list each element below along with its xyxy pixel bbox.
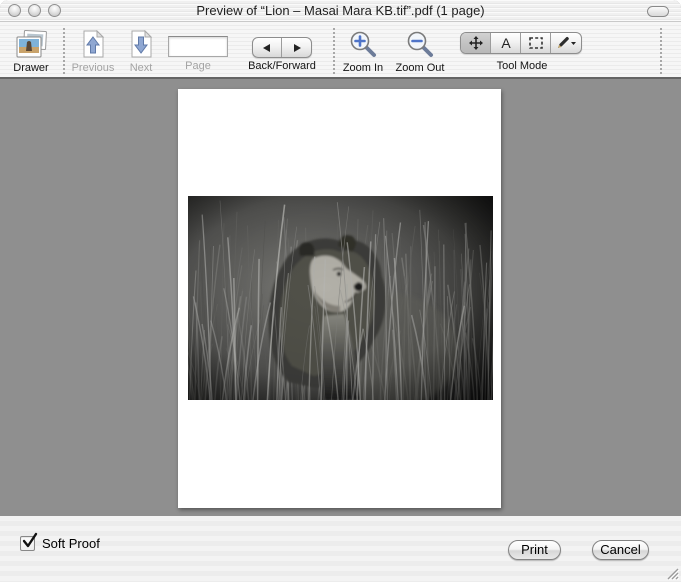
zoom-out-label: Zoom Out	[394, 62, 446, 74]
svg-text:A: A	[501, 35, 511, 51]
toolbar: Drawer Previous Next	[0, 22, 681, 79]
previous-button: Previous	[70, 28, 116, 74]
zoom-in-icon	[340, 28, 386, 60]
page-number-input[interactable]	[168, 36, 228, 57]
tool-mode-label-wrap: Tool Mode	[478, 58, 566, 72]
zoom-in-button[interactable]: Zoom In	[340, 28, 386, 74]
drawer-icon	[6, 28, 56, 60]
drawer-button[interactable]: Drawer	[6, 28, 56, 74]
annotate-tool-segment[interactable]	[551, 33, 581, 53]
cancel-button[interactable]: Cancel	[592, 540, 649, 560]
print-button[interactable]: Print	[508, 540, 561, 560]
resize-grip[interactable]	[665, 566, 679, 580]
tool-mode-control: A	[460, 32, 582, 54]
move-tool-segment[interactable]	[461, 33, 491, 53]
forward-arrow-icon	[292, 43, 302, 53]
forward-button[interactable]	[282, 38, 311, 57]
select-tool-icon	[528, 35, 544, 51]
title-bar[interactable]: Preview of “Lion – Masai Mara KB.tif”.pd…	[0, 0, 681, 22]
document-canvas[interactable]	[0, 81, 681, 516]
soft-proof-label: Soft Proof	[42, 536, 100, 551]
back-forward-label: Back/Forward	[241, 60, 323, 72]
next-button: Next	[118, 28, 164, 74]
tool-mode-label: Tool Mode	[478, 60, 566, 72]
annotate-tool-icon	[555, 35, 577, 51]
toolbar-separator	[63, 28, 65, 74]
zoom-out-button[interactable]: Zoom Out	[394, 28, 446, 74]
text-tool-segment[interactable]: A	[491, 33, 521, 53]
zoom-out-icon	[394, 28, 446, 60]
page-label: Page	[168, 60, 228, 72]
back-arrow-icon	[262, 43, 272, 53]
back-forward-control	[252, 37, 312, 58]
toolbar-separator	[660, 28, 662, 74]
select-tool-segment[interactable]	[521, 33, 551, 53]
bottom-bar: Soft Proof Print Cancel	[0, 516, 681, 582]
window-title: Preview of “Lion – Masai Mara KB.tif”.pd…	[0, 3, 681, 18]
zoom-in-label: Zoom In	[340, 62, 386, 74]
previous-page-icon	[70, 28, 116, 60]
toolbar-toggle-pill[interactable]	[647, 6, 669, 17]
next-page-icon	[118, 28, 164, 60]
toolbar-separator	[333, 28, 335, 74]
pdf-page	[178, 89, 501, 508]
back-button[interactable]	[253, 38, 282, 57]
text-tool-icon: A	[498, 35, 514, 51]
drawer-label: Drawer	[6, 62, 56, 74]
preview-window: Preview of “Lion – Masai Mara KB.tif”.pd…	[0, 0, 681, 582]
page-field-label-wrap: Page	[168, 58, 228, 72]
next-label: Next	[118, 62, 164, 74]
soft-proof-checkbox[interactable]	[20, 536, 35, 551]
soft-proof-option[interactable]: Soft Proof	[20, 536, 100, 551]
lion-photo	[188, 196, 493, 400]
previous-label: Previous	[70, 62, 116, 74]
back-forward-label-wrap: Back/Forward	[241, 58, 323, 72]
checkmark-icon	[21, 532, 39, 550]
move-tool-icon	[468, 35, 484, 51]
